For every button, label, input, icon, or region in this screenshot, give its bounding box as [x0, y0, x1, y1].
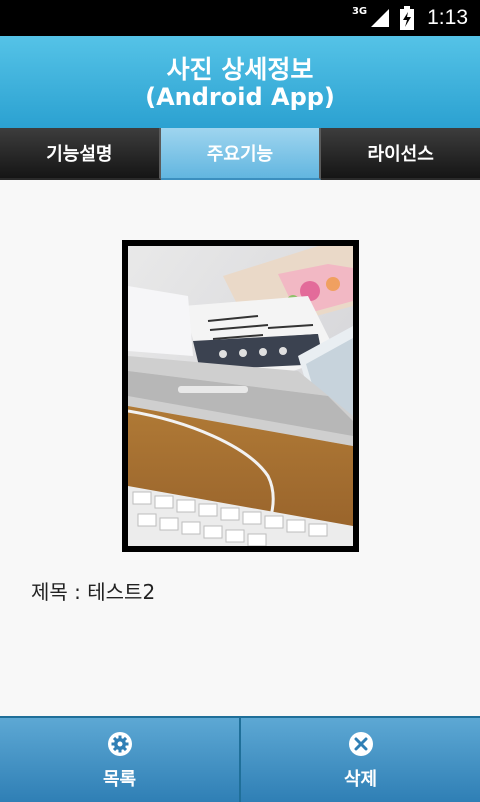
list-button[interactable]: 목록: [0, 718, 241, 802]
status-icons: 3G 1:13: [352, 0, 468, 36]
tab-license[interactable]: 라이선스: [321, 128, 480, 180]
photo-frame: [122, 240, 359, 552]
tab-features-description[interactable]: 기능설명: [0, 128, 161, 180]
list-button-label: 목록: [102, 769, 137, 790]
network-type-label: 3G: [351, 5, 368, 17]
tab-bar: 기능설명 주요기능 라이선스: [0, 128, 480, 180]
tab-main-features[interactable]: 주요기능: [160, 128, 322, 180]
clock: 1:13: [427, 6, 468, 29]
photo-image[interactable]: [128, 246, 353, 546]
page-title: 사진 상세정보: [166, 55, 314, 84]
page-subtitle: (Android App): [145, 83, 335, 111]
close-icon: [348, 732, 373, 756]
photo-title-text: 제목 : 테스트2: [31, 580, 156, 604]
battery-icon: [400, 6, 415, 30]
app-header: 사진 상세정보 (Android App): [0, 36, 480, 129]
status-bar: 3G 1:13: [0, 0, 480, 36]
gear-icon: [107, 732, 132, 756]
delete-button-label: 삭제: [343, 769, 378, 790]
bottom-action-bar: 목록 삭제: [0, 716, 480, 802]
signal-icon: [371, 9, 390, 27]
delete-button[interactable]: 삭제: [241, 718, 480, 802]
